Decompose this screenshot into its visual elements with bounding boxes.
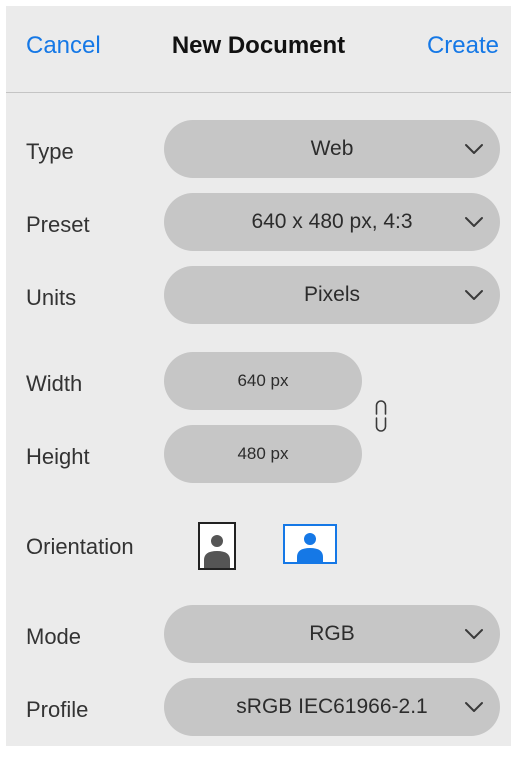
height-input[interactable]: 480 px <box>164 425 362 483</box>
width-label: Width <box>26 371 83 396</box>
chevron-down-icon <box>465 629 483 639</box>
orientation-label: Orientation <box>26 534 134 559</box>
preset-select[interactable]: 640 x 480 px, 4:3 <box>164 193 500 251</box>
units-label: Units <box>26 285 77 310</box>
chevron-down-icon <box>465 702 483 712</box>
chevron-down-icon <box>465 217 483 227</box>
preset-label: Preset <box>26 212 90 237</box>
profile-label: Profile <box>26 697 89 722</box>
units-select[interactable]: Pixels <box>164 266 500 324</box>
create-button[interactable]: Create <box>427 32 499 60</box>
mode-select[interactable]: RGB <box>164 605 500 663</box>
mode-label: Mode <box>26 624 82 649</box>
chevron-down-icon <box>465 144 483 154</box>
landscape-orientation-icon[interactable] <box>283 524 337 564</box>
units-value: Pixels <box>303 283 361 306</box>
chevron-down-icon <box>465 290 483 300</box>
type-value: Web <box>310 137 354 160</box>
height-label: Height <box>26 444 90 469</box>
new-document-dialog: Cancel New Document Create Type Web Pres… <box>6 6 511 746</box>
type-label: Type <box>26 139 74 164</box>
mode-value: RGB <box>309 622 355 645</box>
dialog-header: Cancel New Document Create <box>6 6 511 92</box>
portrait-orientation-icon[interactable] <box>198 522 236 570</box>
header-divider <box>6 92 511 93</box>
profile-value: sRGB IEC61966-2.1 <box>236 695 428 718</box>
profile-select[interactable]: sRGB IEC61966-2.1 <box>164 678 500 736</box>
type-select[interactable]: Web <box>164 120 500 178</box>
width-input[interactable]: 640 px <box>164 352 362 410</box>
chain-link-icon[interactable] <box>374 399 388 433</box>
preset-value: 640 x 480 px, 4:3 <box>251 210 413 233</box>
